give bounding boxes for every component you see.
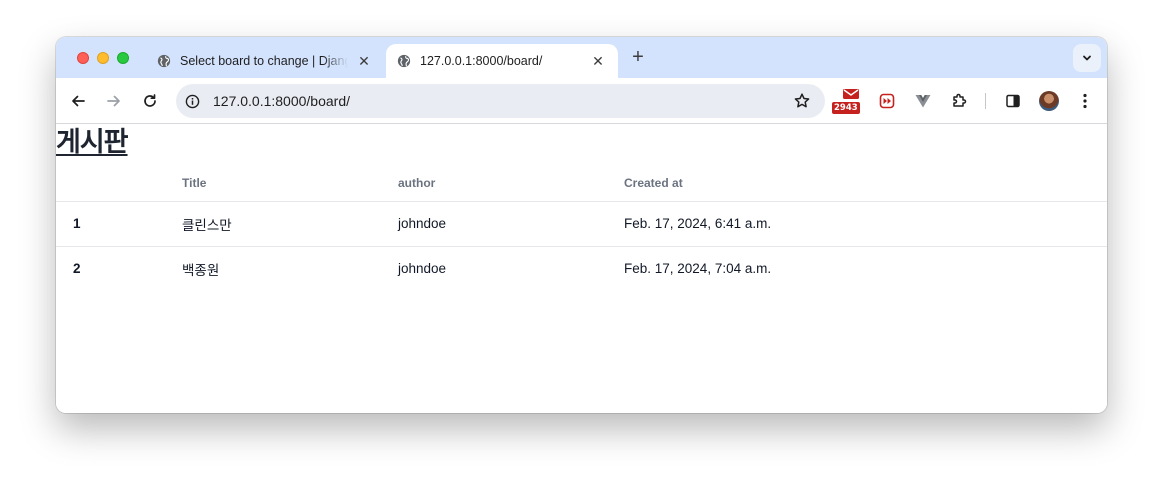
mail-icon bbox=[843, 89, 859, 99]
extensions-button[interactable] bbox=[949, 91, 969, 111]
globe-icon bbox=[397, 54, 411, 68]
back-button[interactable] bbox=[68, 91, 88, 111]
row-author: johndoe bbox=[398, 261, 447, 277]
page-title-link[interactable]: 게시판 bbox=[56, 127, 129, 159]
tab-strip: Select board to change | Django site adm… bbox=[56, 37, 1107, 78]
side-panel-icon bbox=[1006, 94, 1020, 108]
browser-toolbar: 127.0.0.1:8000/board/ 2943 bbox=[56, 78, 1107, 124]
row-created-at: Feb. 17, 2024, 7:04 a.m. bbox=[624, 261, 772, 277]
table-header-row: Title author Created at bbox=[56, 165, 1107, 202]
mail-count-badge: 2943 bbox=[832, 102, 860, 114]
toolbar-divider bbox=[985, 93, 986, 109]
window-minimize-button[interactable] bbox=[97, 52, 109, 64]
forward-button[interactable] bbox=[104, 91, 124, 111]
vue-devtools-extension-button[interactable] bbox=[913, 91, 933, 111]
bookmark-star-icon[interactable] bbox=[793, 92, 811, 110]
tab-search-button[interactable] bbox=[1073, 44, 1101, 72]
row-id: 1 bbox=[56, 201, 182, 247]
column-header-id bbox=[56, 165, 182, 202]
reload-button[interactable] bbox=[140, 91, 160, 111]
tab-title: Select board to change | Django site adm… bbox=[180, 54, 348, 68]
window-zoom-button[interactable] bbox=[117, 52, 129, 64]
column-header-author: author bbox=[398, 165, 624, 202]
table-row[interactable]: 2 백종원 johndoe Feb. 17, 2024, 7:04 a.m. bbox=[56, 246, 1107, 291]
info-icon[interactable] bbox=[185, 94, 200, 109]
row-author: johndoe bbox=[398, 201, 624, 247]
browser-menu-button[interactable] bbox=[1075, 91, 1095, 111]
side-panel-button[interactable] bbox=[1003, 91, 1023, 111]
window-close-button[interactable] bbox=[77, 52, 89, 64]
globe-icon bbox=[157, 54, 171, 68]
row-title: 백종원 bbox=[182, 262, 220, 278]
fast-forward-icon bbox=[879, 93, 895, 109]
chevron-down-icon bbox=[1083, 55, 1091, 61]
profile-avatar[interactable] bbox=[1039, 91, 1059, 111]
column-header-title: Title bbox=[182, 165, 398, 202]
row-created-at: Feb. 17, 2024, 6:41 a.m. bbox=[624, 201, 1107, 247]
arrow-right-icon bbox=[107, 95, 120, 107]
tab-title: 127.0.0.1:8000/board/ bbox=[420, 54, 543, 68]
kebab-menu-icon bbox=[1083, 93, 1087, 109]
browser-window: Select board to change | Django site adm… bbox=[56, 37, 1107, 413]
row-title: 클린스만 bbox=[182, 201, 398, 247]
address-bar[interactable]: 127.0.0.1:8000/board/ bbox=[176, 84, 825, 118]
close-tab-icon[interactable]: ✕ bbox=[590, 53, 606, 69]
puzzle-piece-icon bbox=[953, 93, 967, 107]
row-id: 2 bbox=[73, 261, 81, 277]
table-row[interactable]: 1 클린스만 johndoe Feb. 17, 2024, 6:41 a.m. bbox=[56, 201, 1107, 247]
vue-logo-icon bbox=[915, 95, 931, 108]
page-content: 게시판 Title author Created at 1 클린스만 johnd… bbox=[56, 125, 1107, 413]
mail-extension-button[interactable]: 2943 bbox=[832, 89, 864, 114]
close-tab-icon[interactable]: ✕ bbox=[356, 53, 372, 69]
url-text[interactable]: 127.0.0.1:8000/board/ bbox=[213, 93, 350, 109]
media-extension-button[interactable] bbox=[877, 91, 897, 111]
board-table: Title author Created at 1 클린스만 johndoe F… bbox=[56, 165, 1107, 291]
arrow-left-icon bbox=[72, 95, 85, 107]
tab-board[interactable]: 127.0.0.1:8000/board/ ✕ bbox=[386, 44, 618, 78]
column-header-created-at: Created at bbox=[624, 165, 1107, 202]
new-tab-button[interactable]: + bbox=[628, 47, 648, 67]
reload-icon bbox=[144, 94, 156, 107]
tab-django-admin[interactable]: Select board to change | Django site adm… bbox=[146, 44, 384, 78]
